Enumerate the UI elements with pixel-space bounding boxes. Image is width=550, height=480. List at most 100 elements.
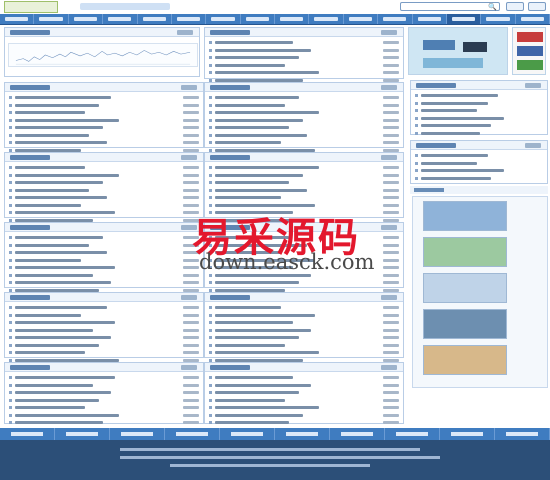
nav-item[interactable] [206,14,241,24]
list-item[interactable] [9,419,199,427]
thumbnail[interactable] [423,273,507,303]
nav-item[interactable] [344,14,379,24]
more-link[interactable] [381,295,397,300]
footer-link[interactable] [55,428,110,440]
list-item[interactable] [209,382,399,390]
list-item[interactable] [9,117,199,125]
list-item[interactable] [9,132,199,140]
footer-link[interactable] [385,428,440,440]
list-item[interactable] [9,404,199,412]
more-link[interactable] [181,155,197,160]
list-item[interactable] [209,327,399,335]
list-item[interactable] [209,304,399,312]
list-item[interactable] [415,175,543,183]
thumbnail[interactable] [423,237,507,267]
list-item[interactable] [9,242,199,250]
nav-item[interactable] [138,14,172,24]
more-link[interactable] [525,143,541,148]
list-item[interactable] [9,257,199,265]
list-item[interactable] [209,102,399,110]
more-link[interactable] [381,30,397,35]
list-item[interactable] [209,279,399,287]
footer-link[interactable] [0,428,55,440]
thumbnail[interactable] [423,345,507,375]
nav-item[interactable] [172,14,207,24]
footer-link[interactable] [110,428,165,440]
list-item[interactable] [9,389,199,397]
list-item[interactable] [209,132,399,140]
footer-link[interactable] [495,428,550,440]
list-item[interactable] [9,187,199,195]
nav-item[interactable] [275,14,310,24]
search-input[interactable] [400,2,500,11]
list-item[interactable] [9,304,199,312]
list-item[interactable] [209,39,399,47]
list-item[interactable] [209,194,399,202]
more-link[interactable] [177,30,193,35]
list-item[interactable] [9,194,199,202]
list-item[interactable] [209,187,399,195]
list-item[interactable] [209,62,399,70]
thumbnail[interactable] [423,201,507,231]
list-item[interactable] [415,167,543,175]
list-item[interactable] [9,209,199,217]
more-link[interactable] [381,155,397,160]
more-link[interactable] [181,85,197,90]
list-item[interactable] [209,412,399,420]
list-item[interactable] [9,164,199,172]
thumbnail[interactable] [423,309,507,339]
list-item[interactable] [209,312,399,320]
list-item[interactable] [209,124,399,132]
list-item[interactable] [209,94,399,102]
list-item[interactable] [415,130,543,138]
list-item[interactable] [209,139,399,147]
list-item[interactable] [415,160,543,168]
list-item[interactable] [9,234,199,242]
footer-link[interactable] [330,428,385,440]
list-item[interactable] [9,272,199,280]
register-button[interactable] [528,2,546,11]
list-item[interactable] [415,122,543,130]
nav-item[interactable] [34,14,69,24]
list-item[interactable] [209,374,399,382]
list-item[interactable] [9,264,199,272]
list-item[interactable] [209,349,399,357]
search-icon[interactable]: 🔍 [488,3,497,11]
ad-banner[interactable] [408,27,508,75]
list-item[interactable] [9,349,199,357]
list-item[interactable] [9,312,199,320]
footer-link[interactable] [165,428,220,440]
list-item[interactable] [9,279,199,287]
list-item[interactable] [209,172,399,180]
footer-link[interactable] [220,428,275,440]
list-item[interactable] [9,202,199,210]
list-item[interactable] [9,249,199,257]
list-item[interactable] [209,397,399,405]
more-link[interactable] [381,225,397,230]
nav-item[interactable] [516,14,550,24]
list-item[interactable] [9,172,199,180]
list-item[interactable] [209,117,399,125]
ad-button[interactable] [463,42,487,52]
nav-item[interactable] [69,14,104,24]
list-item[interactable] [9,412,199,420]
list-item[interactable] [415,107,543,115]
list-item[interactable] [9,109,199,117]
list-item[interactable] [209,109,399,117]
nav-item[interactable] [241,14,275,24]
list-item[interactable] [209,419,399,427]
site-logo[interactable] [4,1,58,13]
footer-link[interactable] [440,428,495,440]
list-item[interactable] [209,342,399,350]
nav-item[interactable] [481,14,516,24]
nav-item[interactable] [309,14,344,24]
footer-link[interactable] [275,428,330,440]
more-link[interactable] [381,365,397,370]
list-item[interactable] [209,179,399,187]
nav-item[interactable] [413,14,447,24]
list-item[interactable] [9,334,199,342]
list-item[interactable] [9,382,199,390]
list-item[interactable] [9,179,199,187]
nav-item[interactable] [378,14,413,24]
list-item[interactable] [9,139,199,147]
